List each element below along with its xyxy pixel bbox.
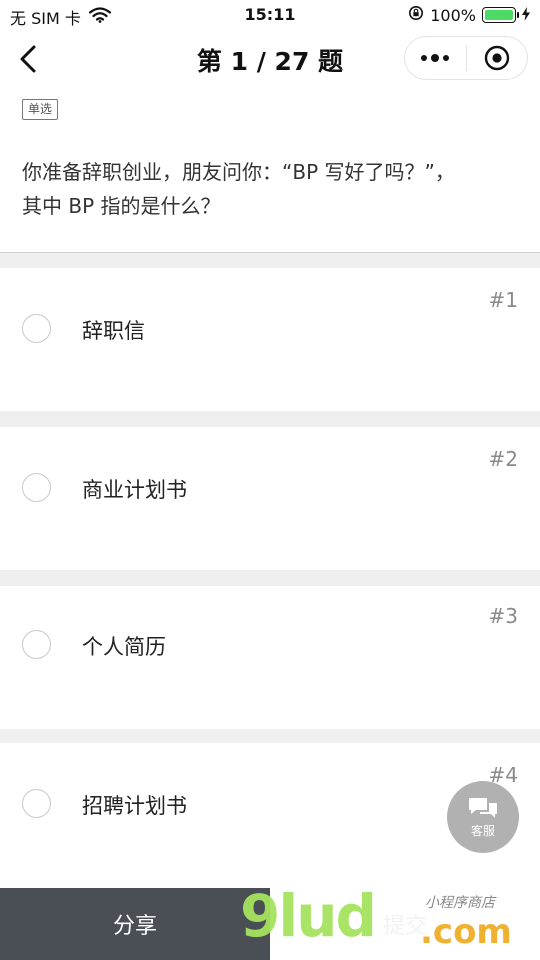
watermark-logo-right: .com	[420, 912, 512, 952]
radio-circle-icon[interactable]	[22, 630, 51, 659]
option-number: #1	[488, 288, 518, 312]
mini-program-capsule	[404, 36, 528, 80]
customer-service-label: 客服	[470, 823, 495, 838]
option-gap	[0, 253, 540, 268]
chat-bubbles-icon	[469, 797, 497, 818]
status-bar: 无 SIM 卡 15:11 100%	[0, 0, 540, 30]
option-2[interactable]: 商业计划书 #2	[0, 427, 540, 570]
target-close-icon	[484, 45, 509, 71]
charging-icon	[522, 6, 530, 25]
option-3[interactable]: 个人简历 #3	[0, 586, 540, 729]
option-label: 个人简历	[82, 635, 166, 659]
radio-circle-icon[interactable]	[22, 789, 51, 818]
option-1[interactable]: 辞职信 #1	[0, 268, 540, 411]
close-mini-program-button[interactable]	[467, 37, 528, 79]
option-label: 招聘计划书	[82, 794, 187, 818]
nav-bar: 第 1 / 27 题	[0, 30, 540, 88]
radio-circle-icon[interactable]	[22, 473, 51, 502]
status-right: 100%	[408, 5, 530, 25]
option-gap	[0, 728, 540, 743]
option-gap	[0, 411, 540, 427]
battery-icon	[482, 7, 519, 23]
customer-service-button[interactable]: 客服	[447, 781, 519, 853]
share-button[interactable]: 分享	[0, 888, 270, 960]
option-number: #3	[488, 604, 518, 628]
question-type-tag: 单选	[22, 99, 59, 120]
watermark-logo-left: 9lud	[240, 882, 377, 950]
watermark-subtitle: 小程序商店	[425, 895, 495, 911]
radio-circle-icon[interactable]	[22, 314, 51, 343]
quiz-page: 无 SIM 卡 15:11 100% 第 1 / 27 题 单选 你准备辞职创业…	[0, 0, 540, 960]
battery-percent: 100%	[430, 5, 476, 25]
question-text: 你准备辞职创业，朋友问你：“BP 写好了吗？”，其中 BP 指的是什么？	[22, 160, 455, 218]
option-number: #2	[488, 447, 518, 471]
orientation-lock-icon	[408, 5, 424, 25]
option-label: 辞职信	[82, 319, 145, 343]
option-gap	[0, 570, 540, 586]
more-dots-icon	[421, 54, 450, 62]
option-label: 商业计划书	[82, 478, 187, 502]
more-button[interactable]	[405, 37, 466, 79]
